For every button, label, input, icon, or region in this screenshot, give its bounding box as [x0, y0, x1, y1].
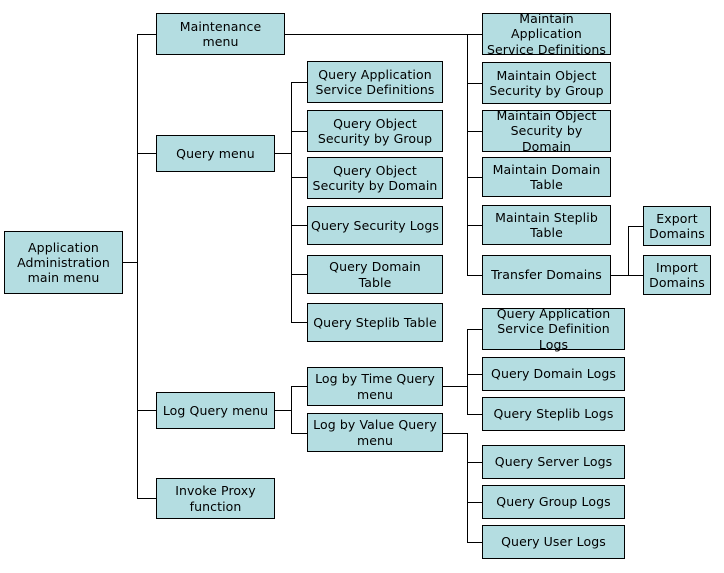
node-query-application-service-definitions[interactable]: Query Application Service Definitions	[307, 61, 443, 103]
connector-root-stub	[123, 262, 138, 263]
node-maintain-object-security-by-domain[interactable]: Maintain Object Security by Domain	[482, 108, 611, 154]
node-query-domain-table[interactable]: Query Domain Table	[307, 255, 443, 294]
node-label: Maintain Object Security by Group	[489, 67, 604, 98]
connector-trunk-maintenance	[137, 34, 156, 35]
node-label: Maintain Domain Table	[492, 161, 601, 192]
node-log-query-menu[interactable]: Log Query menu	[156, 392, 275, 429]
node-transfer-domains[interactable]: Transfer Domains	[482, 255, 611, 295]
connector-log-value-trunk	[467, 433, 468, 542]
connector-maintain-child-1	[467, 34, 482, 35]
node-label: Query Security Logs	[311, 217, 440, 233]
connector-log-by-value	[291, 433, 308, 434]
connector-log-value-child-3	[467, 542, 482, 543]
node-query-security-logs[interactable]: Query Security Logs	[307, 206, 443, 245]
node-label: Maintain Object Security by Domain	[496, 108, 597, 154]
connector-maintain-child-5	[467, 225, 482, 226]
connector-log-time-child-1	[467, 329, 482, 330]
node-log-by-value-query-menu[interactable]: Log by Value Query menu	[307, 413, 443, 452]
connector-query-child-3	[291, 177, 308, 178]
node-label: Invoke Proxy function	[175, 483, 256, 514]
connector-log-time-out	[441, 386, 468, 387]
node-label: Maintenance menu	[179, 18, 262, 49]
node-label: Query Application Service Definitions	[315, 66, 435, 97]
connector-query-trunk	[291, 82, 292, 323]
node-maintain-domain-table[interactable]: Maintain Domain Table	[482, 157, 611, 197]
node-label: Maintain Application Service Definitions	[486, 11, 607, 57]
node-query-menu[interactable]: Query menu	[156, 135, 275, 172]
menu-structure-diagram: Application Administration main menu Mai…	[0, 0, 724, 573]
connector-log-query-trunk	[291, 386, 292, 434]
node-label: Log by Value Query menu	[313, 417, 437, 448]
connector-query-child-1	[291, 82, 308, 83]
node-label: Maintain Steplib Table	[495, 209, 598, 240]
connector-trunk-log-query	[137, 410, 156, 411]
connector-main-trunk	[137, 34, 138, 499]
node-export-domains[interactable]: Export Domains	[643, 206, 711, 246]
connector-transfer-child-export	[628, 226, 644, 227]
node-query-object-security-by-domain[interactable]: Query Object Security by Domain	[307, 157, 443, 199]
node-label: Query Domain Table	[329, 259, 421, 290]
node-label: Query Object Security by Domain	[312, 162, 438, 193]
connector-query-child-4	[291, 225, 308, 226]
connector-query-child-2	[291, 131, 308, 132]
node-query-user-logs[interactable]: Query User Logs	[482, 525, 625, 559]
node-query-steplib-logs[interactable]: Query Steplib Logs	[482, 397, 625, 431]
connector-log-value-child-2	[467, 502, 482, 503]
node-import-domains[interactable]: Import Domains	[643, 255, 711, 295]
connector-log-time-trunk	[467, 329, 468, 414]
connector-maintenance-out	[285, 34, 468, 35]
connector-log-value-out	[441, 433, 468, 434]
connector-maintain-child-3	[467, 131, 482, 132]
connector-maintain-child-2	[467, 83, 482, 84]
node-label: Log by Time Query menu	[315, 371, 435, 402]
node-maintain-application-service-definitions[interactable]: Maintain Application Service Definitions	[482, 11, 611, 57]
node-label: Log Query menu	[162, 402, 269, 418]
connector-query-out	[275, 153, 292, 154]
node-log-by-time-query-menu[interactable]: Log by Time Query menu	[307, 367, 443, 406]
node-query-steplib-table[interactable]: Query Steplib Table	[307, 303, 443, 342]
connector-maintain-child-6	[467, 275, 482, 276]
node-label: Query Steplib Table	[313, 314, 437, 330]
connector-log-value-child-1	[467, 462, 482, 463]
connector-query-child-6	[291, 322, 308, 323]
node-label: Query Server Logs	[494, 454, 613, 470]
node-label: Query User Logs	[501, 534, 606, 550]
node-label: Transfer Domains	[491, 267, 602, 283]
node-application-administration-main-menu[interactable]: Application Administration main menu	[4, 231, 123, 294]
node-label: Query Object Security by Group	[317, 115, 433, 146]
connector-transfer-out	[611, 275, 629, 276]
connector-maintain-child-4	[467, 177, 482, 178]
connector-trunk-invoke-proxy	[137, 498, 156, 499]
node-query-object-security-by-group[interactable]: Query Object Security by Group	[307, 110, 443, 152]
node-label: Import Domains	[649, 259, 705, 290]
node-query-application-service-definition-logs[interactable]: Query Application Service Definition Log…	[482, 306, 625, 352]
node-maintenance-menu[interactable]: Maintenance menu	[156, 13, 285, 55]
connector-log-time-child-3	[467, 414, 482, 415]
connector-log-query-out	[275, 410, 292, 411]
node-maintain-steplib-table[interactable]: Maintain Steplib Table	[482, 205, 611, 245]
node-label: Query menu	[176, 145, 255, 161]
connector-trunk-query	[137, 153, 156, 154]
node-query-group-logs[interactable]: Query Group Logs	[482, 485, 625, 519]
node-query-server-logs[interactable]: Query Server Logs	[482, 445, 625, 479]
node-label: Application Administration main menu	[17, 239, 110, 286]
connector-maintain-trunk	[467, 34, 468, 275]
connector-transfer-trunk	[628, 226, 629, 275]
node-label: Query Group Logs	[496, 494, 611, 510]
node-query-domain-logs[interactable]: Query Domain Logs	[482, 357, 625, 391]
node-maintain-object-security-by-group[interactable]: Maintain Object Security by Group	[482, 62, 611, 104]
node-label: Query Application Service Definition Log…	[496, 306, 611, 352]
node-label: Query Steplib Logs	[493, 406, 614, 422]
connector-query-child-5	[291, 274, 308, 275]
node-label: Export Domains	[649, 210, 705, 241]
node-label: Query Domain Logs	[491, 366, 616, 382]
connector-log-by-time	[291, 386, 308, 387]
connector-transfer-child-import	[628, 275, 644, 276]
connector-log-time-child-2	[467, 374, 482, 375]
node-invoke-proxy-function[interactable]: Invoke Proxy function	[156, 478, 275, 519]
